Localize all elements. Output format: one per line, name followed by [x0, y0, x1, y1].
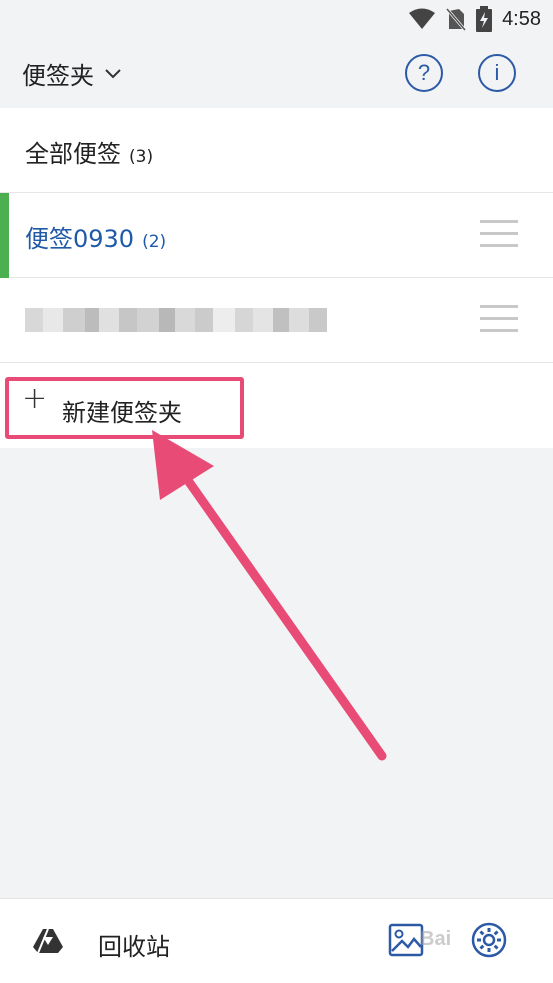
- image-icon[interactable]: [388, 923, 424, 957]
- folder-item-all[interactable]: 全部便签 (3): [0, 108, 553, 193]
- drag-handle-icon[interactable]: [480, 305, 518, 335]
- bottom-bar: 回收站: [0, 898, 553, 983]
- folder-name: 便签0930: [25, 225, 135, 253]
- watermark: Bai: [420, 928, 452, 950]
- status-icons: 4:58: [408, 4, 541, 34]
- folder-item-label: 便签0930 (2): [25, 219, 166, 254]
- no-sim-icon: [446, 8, 467, 31]
- drag-handle-icon[interactable]: [480, 220, 518, 250]
- folder-item-label: 全部便签 (3): [25, 134, 153, 169]
- status-bar: 4:58: [0, 0, 553, 38]
- folder-item-0930[interactable]: 便签0930 (2): [0, 193, 553, 278]
- blurred-folder-name: [25, 308, 327, 332]
- battery-charging-icon: [476, 6, 493, 32]
- folder-selector[interactable]: 便签夹: [22, 56, 122, 91]
- info-icon: i: [494, 60, 500, 85]
- trash-label[interactable]: 回收站: [98, 927, 170, 962]
- trash-drive-icon: [33, 928, 63, 954]
- chevron-down-icon: [105, 68, 121, 78]
- active-indicator: [0, 193, 9, 278]
- info-button[interactable]: i: [478, 54, 516, 92]
- folder-name: 全部便签: [25, 140, 121, 168]
- settings-icon[interactable]: [470, 921, 508, 959]
- help-button[interactable]: ?: [405, 54, 443, 92]
- help-icon: ?: [417, 60, 431, 85]
- top-bar: 便签夹 ? i: [0, 38, 553, 108]
- folder-title: 便签夹: [22, 62, 94, 90]
- folder-count: (3): [129, 147, 154, 167]
- folder-item-blurred[interactable]: [0, 278, 553, 363]
- folder-count: (2): [142, 232, 167, 252]
- highlight-box: [5, 377, 244, 439]
- wifi-icon: [409, 8, 436, 29]
- status-time: 4:58: [502, 7, 541, 30]
